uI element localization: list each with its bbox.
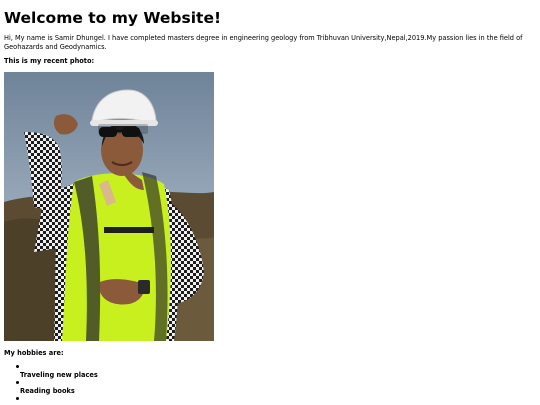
hobbies-heading: My hobbies are: — [4, 349, 64, 357]
bullet-icon — [16, 381, 19, 384]
bullet-icon — [16, 365, 19, 368]
list-item: Reading books — [4, 380, 304, 396]
intro-paragraph: Hi, My name is Samir Dhungel. I have com… — [4, 34, 523, 51]
hobby-label: Reading books — [20, 387, 75, 395]
hobby-list: Traveling new places Reading books — [4, 364, 304, 405]
list-item — [4, 396, 304, 405]
bullet-icon — [16, 397, 19, 400]
profile-photo — [4, 72, 214, 341]
list-item: Traveling new places — [4, 364, 304, 380]
photo-heading: This is my recent photo: — [4, 57, 95, 65]
page-title: Welcome to my Website! — [4, 9, 222, 27]
hobby-label: Traveling new places — [20, 371, 98, 379]
